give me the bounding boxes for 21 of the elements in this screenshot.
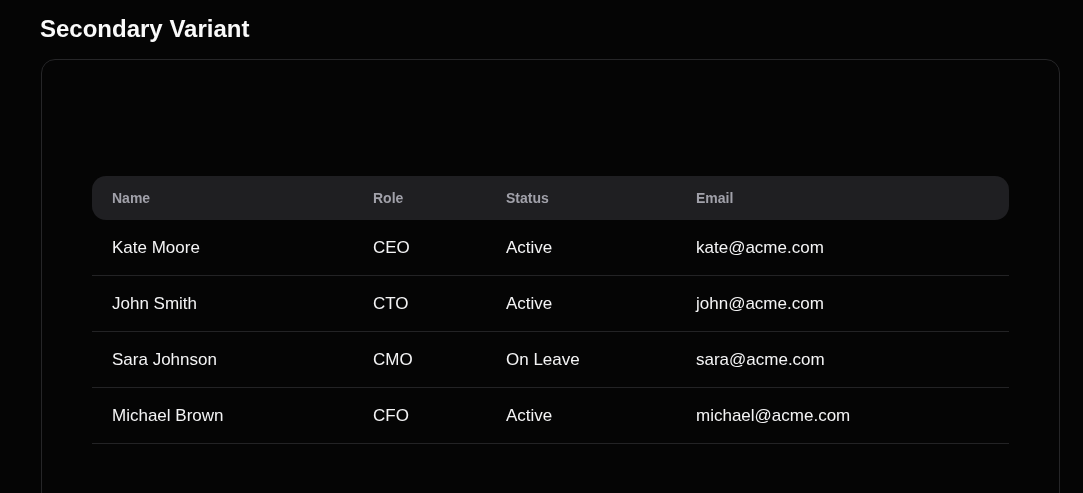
table-cell-text: Active xyxy=(505,405,554,426)
table-cell-text: CFO xyxy=(372,405,410,426)
table-cell-text: sara@acme.com xyxy=(695,349,826,370)
column-header: Email xyxy=(695,190,735,206)
table-cell-text: Michael Brown xyxy=(111,405,225,426)
table-cell-text: Active xyxy=(505,237,554,258)
table-cell-text: Kate Moore xyxy=(111,237,201,258)
table-cell-text: Sara Johnson xyxy=(111,349,218,370)
column-header: Status xyxy=(505,190,550,206)
table-cell-text: CMO xyxy=(372,349,414,370)
column-header: Role xyxy=(372,190,405,206)
table-cell-text: Active xyxy=(505,293,554,314)
section-title: Secondary Variant xyxy=(40,14,250,44)
table-cell-text: kate@acme.com xyxy=(695,237,825,258)
table-cell-text: John Smith xyxy=(111,293,199,314)
table-cell-text: CTO xyxy=(372,293,410,314)
table-cell-text: On Leave xyxy=(505,349,581,370)
table-cell-text: michael@acme.com xyxy=(695,405,852,426)
table-cell-text: john@acme.com xyxy=(694,293,825,314)
table-cell-text: CEO xyxy=(372,237,411,258)
column-header: Name xyxy=(111,190,152,206)
